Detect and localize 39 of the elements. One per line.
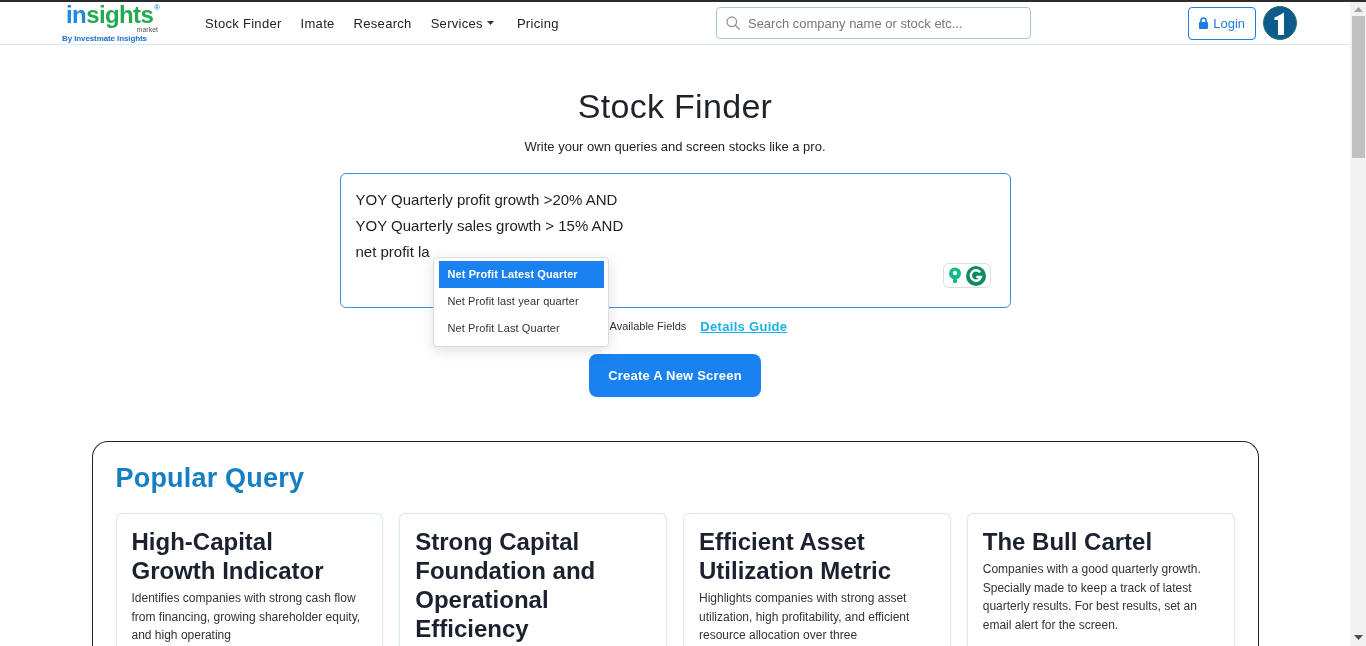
query-card[interactable]: The Bull Cartel Companies with a good quarterly growth. Specially made to keep a track of latest quarterly results. For best results, set an email alert for the screen. — [966, 513, 1235, 646]
card-title: The Bull Cartel — [982, 527, 1154, 556]
nav-link[interactable]: Stock Finder — [205, 15, 282, 31]
card-title: High-Capital Growth Indicator — [131, 527, 325, 585]
card-description: Companies with a good quarterly growth. Specially made to keep a track of latest quarterly results. For best results, set an email alert for the screen. — [982, 561, 1202, 634]
available-fields-label: Available Fields — [609, 320, 687, 332]
search-field[interactable]: Search company name or stock etc... — [715, 7, 1031, 39]
card-description: Highlights companies with strong asset utilization, high profitability, and efficient resource allocation over three — [699, 590, 911, 644]
create-screen-button[interactable]: Create A New Screen — [589, 354, 761, 397]
nav-link[interactable]: Pricing — [516, 15, 559, 31]
logo-tagline: By Investmate Insights — [62, 34, 147, 43]
query-card[interactable]: Strong Capital Foundation and Operational Efficiency — [399, 513, 667, 646]
page-title: Stock Finder — [577, 86, 773, 126]
section-title: Popular Query — [115, 462, 305, 495]
logo-badge-icon[interactable] — [1263, 6, 1297, 40]
lock-icon — [1199, 17, 1209, 29]
card-description: Identifies companies with strong cash flow from financing, growing shareholder equity, and high operating — [131, 590, 362, 644]
page-subtitle: Write your own queries and screen stocks like a pro. — [524, 138, 826, 156]
writing-assistant-widget[interactable] — [942, 263, 991, 288]
search-icon — [725, 16, 740, 30]
suggestion-item[interactable]: Net Profit Last Quarter — [438, 315, 604, 342]
query-card[interactable]: Efficient Asset Utilization Metric Highlights companies with strong asset utilization, high profitability, and efficient resource allocation over three — [683, 513, 951, 646]
scrollbar[interactable] — [1350, 2, 1366, 646]
scroll-up-arrow-icon[interactable] — [1353, 7, 1363, 12]
login-button[interactable]: Login — [1188, 6, 1256, 40]
g-circle-icon[interactable] — [965, 265, 986, 286]
nav-link[interactable]: Imate — [300, 15, 335, 31]
nav-link[interactable]: Research — [353, 15, 412, 31]
card-title: Efficient Asset Utilization Metric — [699, 527, 892, 585]
query-card[interactable]: High-Capital Growth Indicator Identifies companies with strong cash flow from financing, growing shareholder equity, and high operating — [115, 513, 384, 646]
scrollbar-thumb[interactable] — [1351, 16, 1365, 158]
caret-icon — [486, 21, 494, 25]
registered-mark: ® — [154, 3, 160, 12]
lightbulb-icon[interactable] — [947, 267, 962, 284]
nav-link[interactable]: Services — [430, 15, 494, 31]
suggestion-item[interactable]: Net Profit Latest Quarter — [438, 261, 604, 288]
logo-wordmark[interactable]: insights — [66, 4, 154, 26]
scroll-down-arrow-icon[interactable] — [1353, 635, 1363, 640]
card-title: Strong Capital Foundation and Operational Efficiency — [415, 527, 597, 643]
